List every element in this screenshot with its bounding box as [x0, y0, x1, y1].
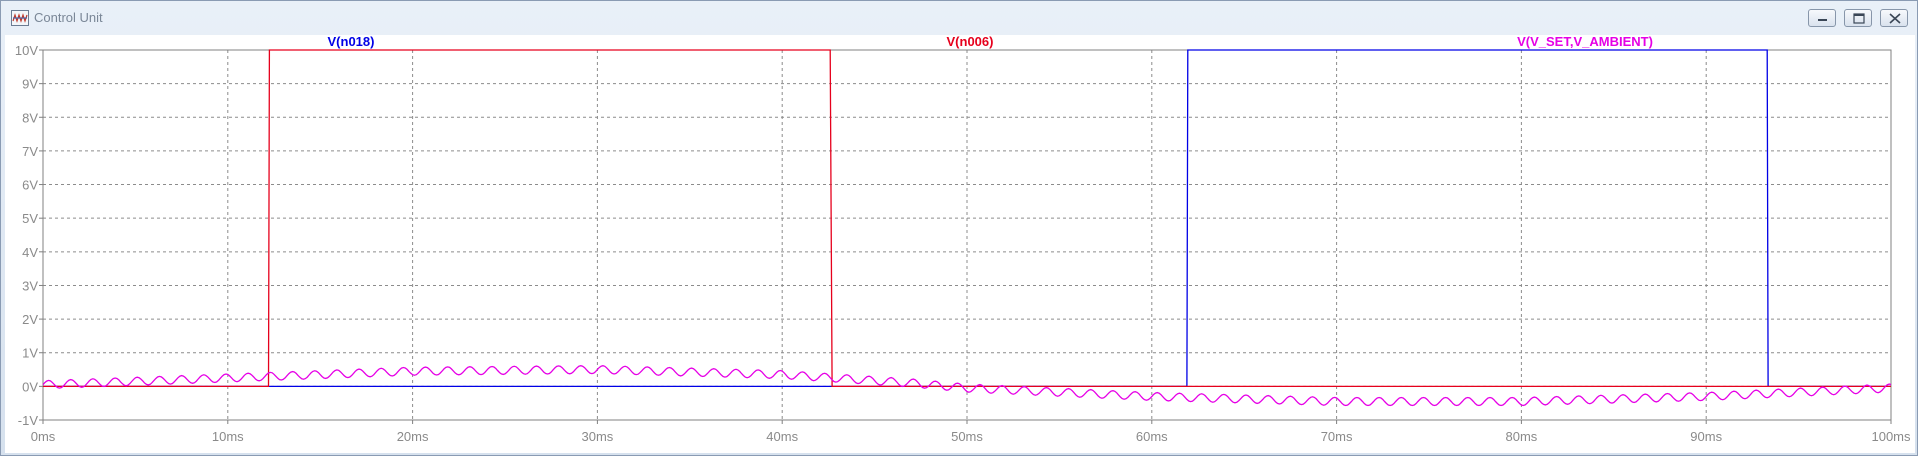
- y-tick-label: 0V: [22, 379, 38, 394]
- x-tick-label: 90ms: [1690, 429, 1722, 444]
- minimize-icon: [1818, 19, 1827, 21]
- x-tick-label: 10ms: [212, 429, 244, 444]
- y-tick-label: 9V: [22, 77, 38, 92]
- grid: [43, 50, 1891, 420]
- close-button[interactable]: [1880, 9, 1908, 27]
- title-bar[interactable]: Control Unit: [1, 1, 1917, 35]
- x-tick-label: 0ms: [31, 429, 56, 444]
- legend-label: V(n006): [947, 35, 994, 49]
- window-title: Control Unit: [34, 10, 103, 25]
- legend: V(n018) V(n006) V(V_SET,V_AMBIENT): [328, 35, 1653, 49]
- y-tick-label: 8V: [22, 110, 38, 125]
- legend-label: V(n018): [328, 35, 375, 49]
- x-tick-label: 100ms: [1871, 429, 1911, 444]
- x-tick-label: 20ms: [397, 429, 429, 444]
- y-tick-label: 5V: [22, 211, 38, 226]
- x-tick-label: 30ms: [582, 429, 614, 444]
- x-tick-label: 50ms: [951, 429, 983, 444]
- axes: 0ms 10ms 20ms 30ms 40ms 50ms 60ms 70ms 80ms 90ms 1…: [15, 43, 1911, 444]
- plot-pane[interactable]: 0ms 10ms 20ms 30ms 40ms 50ms 60ms 70ms 80ms 90ms 1…: [5, 35, 1915, 453]
- y-tick-label: 2V: [22, 312, 38, 327]
- x-tick-label: 40ms: [766, 429, 798, 444]
- minimize-button[interactable]: [1808, 9, 1836, 27]
- x-tick-label: 80ms: [1506, 429, 1538, 444]
- x-tick-label: 60ms: [1136, 429, 1168, 444]
- y-tick-label: 1V: [22, 346, 38, 361]
- legend-label: V(V_SET,V_AMBIENT): [1517, 35, 1653, 49]
- x-tick-label: 70ms: [1321, 429, 1353, 444]
- close-icon: [1889, 13, 1901, 24]
- waveform-window: Control Unit 0ms 10ms 20ms 30ms 40ms 50ms 60ms…: [0, 0, 1918, 456]
- y-tick-label: 10V: [15, 43, 38, 58]
- y-tick-label: 6V: [22, 178, 38, 193]
- y-tick-label: -1V: [18, 413, 39, 428]
- waveform-chart[interactable]: 0ms 10ms 20ms 30ms 40ms 50ms 60ms 70ms 80ms 90ms 1…: [5, 35, 1915, 453]
- restore-icon: [1853, 13, 1865, 24]
- y-tick-label: 7V: [22, 144, 38, 159]
- restore-button[interactable]: [1844, 9, 1872, 27]
- waveform-viewer-icon: [11, 10, 29, 26]
- y-tick-label: 3V: [22, 278, 38, 293]
- y-tick-label: 4V: [22, 245, 38, 260]
